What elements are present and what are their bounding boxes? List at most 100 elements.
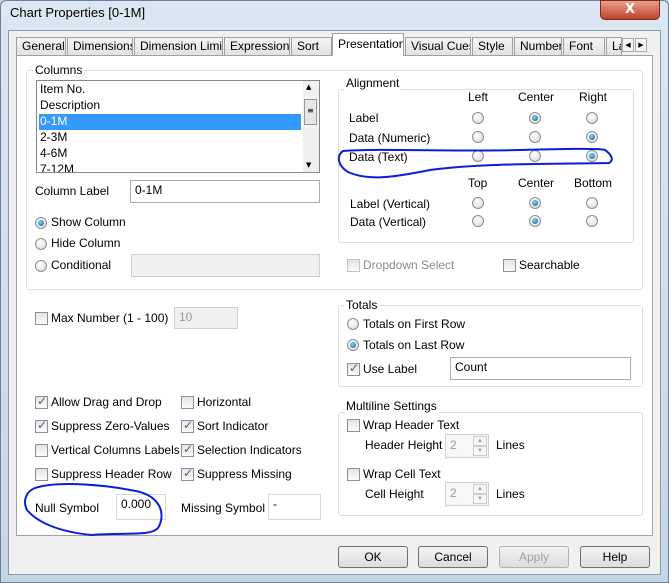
data-text-row: Data (Text) — [349, 150, 408, 164]
dropdown-select-checkbox[interactable] — [347, 259, 360, 272]
numeric-right-radio[interactable] — [586, 131, 598, 143]
sort-indicator-label: Sort Indicator — [197, 419, 269, 433]
allow-drag-drop-checkbox[interactable] — [35, 394, 48, 409]
list-item[interactable]: 7-12M — [39, 162, 301, 172]
help-button[interactable]: Help — [580, 546, 650, 568]
totals-first-row-label: Totals on First Row — [363, 317, 466, 331]
wrap-header-checkbox[interactable] — [347, 419, 360, 432]
spin-down-icon[interactable]: ▼ — [473, 494, 487, 504]
tab-sort[interactable]: Sort — [291, 37, 332, 56]
list-item-selected[interactable]: 0-1M — [39, 114, 301, 130]
searchable-label: Searchable — [519, 258, 580, 272]
columns-title: Columns — [33, 63, 85, 77]
list-scrollbar[interactable]: ▲ ≡ ▼ — [303, 81, 319, 172]
label-left-radio[interactable] — [472, 112, 484, 124]
dropdown-select-label: Dropdown Select — [363, 258, 455, 272]
vertical-column-labels-checkbox[interactable] — [35, 444, 48, 457]
text-left-radio[interactable] — [472, 150, 484, 162]
hide-column-label: Hide Column — [51, 236, 121, 250]
list-item[interactable]: 2-3M — [39, 130, 301, 146]
text-right-radio[interactable] — [586, 150, 598, 162]
show-column-radio[interactable] — [35, 217, 47, 229]
tab-scroll-left-icon[interactable]: ◀ — [622, 38, 634, 52]
close-button[interactable]: X — [600, 0, 660, 20]
suppress-missing-checkbox[interactable] — [181, 466, 194, 481]
data-vertical-center-radio[interactable] — [529, 215, 541, 227]
list-item[interactable]: 4-6M — [39, 146, 301, 162]
cancel-button[interactable]: Cancel — [418, 546, 488, 568]
tab-layout[interactable]: La — [606, 37, 622, 56]
conditional-radio[interactable] — [35, 260, 47, 272]
window-title: Chart Properties [0-1M] — [10, 5, 146, 20]
list-item[interactable]: Description — [39, 98, 301, 114]
selection-indicators-checkbox[interactable] — [181, 442, 194, 457]
label-right-radio[interactable] — [586, 112, 598, 124]
wrap-header-label: Wrap Header Text — [363, 418, 460, 432]
tab-presentation[interactable]: Presentation — [332, 33, 404, 56]
header-height-value: 2 — [450, 438, 457, 452]
tab-dimensions[interactable]: Dimensions — [67, 37, 133, 56]
wrap-cell-checkbox[interactable] — [347, 468, 360, 481]
apply-button[interactable]: Apply — [499, 546, 569, 568]
numeric-center-radio[interactable] — [529, 131, 541, 143]
column-label-label: Column Label — [35, 184, 110, 198]
suppress-header-row-label: Suppress Header Row — [51, 467, 172, 481]
label-vertical-top-radio[interactable] — [472, 197, 484, 209]
label-row: Label — [349, 111, 379, 125]
spin-up-icon[interactable]: ▲ — [473, 436, 487, 446]
tab-style[interactable]: Style — [472, 37, 513, 56]
scroll-thumb[interactable]: ≡ — [304, 99, 317, 125]
multiline-title: Multiline Settings — [344, 399, 439, 413]
horizontal-checkbox[interactable] — [181, 396, 194, 409]
tab-dimension-limits[interactable]: Dimension Limits — [134, 37, 223, 56]
max-number-label: Max Number (1 - 100) — [51, 311, 169, 325]
header-height-spinner[interactable]: 2 ▲ ▼ — [445, 434, 489, 458]
column-label-input[interactable]: 0-1M — [130, 180, 320, 203]
label-vertical-bottom-radio[interactable] — [586, 197, 598, 209]
max-number-checkbox[interactable] — [35, 312, 48, 325]
conditional-input[interactable] — [131, 254, 320, 277]
label-vertical-center-radio[interactable] — [529, 197, 541, 209]
hide-column-radio[interactable] — [35, 238, 47, 250]
suppress-zero-checkbox[interactable] — [35, 418, 48, 433]
tab-general[interactable]: General — [16, 37, 66, 56]
totals-last-row-label: Totals on Last Row — [363, 338, 465, 352]
missing-symbol-input[interactable]: - — [268, 494, 321, 520]
use-label-checkbox[interactable] — [347, 361, 360, 376]
totals-first-row-radio[interactable] — [347, 318, 359, 330]
totals-last-row-radio[interactable] — [347, 339, 359, 351]
tab-expressions[interactable]: Expressions — [224, 37, 290, 56]
spin-down-icon[interactable]: ▼ — [473, 446, 487, 456]
tab-number[interactable]: Number — [514, 37, 562, 56]
tab-visual-cues[interactable]: Visual Cues — [405, 37, 471, 56]
missing-symbol-label: Missing Symbol — [181, 501, 266, 515]
suppress-header-row-checkbox[interactable] — [35, 468, 48, 481]
null-symbol-input[interactable]: 0.000 — [116, 494, 166, 520]
list-item[interactable]: Item No. — [39, 82, 301, 98]
null-symbol-label: Null Symbol — [35, 501, 100, 515]
wrap-cell-label: Wrap Cell Text — [363, 467, 441, 481]
spin-up-icon[interactable]: ▲ — [473, 484, 487, 494]
data-vertical-bottom-radio[interactable] — [586, 215, 598, 227]
header-top: Top — [468, 176, 488, 190]
max-number-input[interactable]: 10 — [174, 307, 238, 329]
data-vertical-top-radio[interactable] — [472, 215, 484, 227]
cell-height-label: Cell Height — [365, 487, 424, 501]
label-center-radio[interactable] — [529, 112, 541, 124]
columns-listbox[interactable]: Item No. Description 0-1M 2-3M 4-6M 7-12… — [36, 80, 320, 173]
tab-font[interactable]: Font — [563, 37, 605, 56]
tab-scroll-right-icon[interactable]: ▶ — [635, 38, 647, 52]
data-numeric-row: Data (Numeric) — [349, 131, 431, 145]
totals-label-input[interactable]: Count — [450, 357, 631, 380]
header-right: Right — [579, 90, 608, 104]
searchable-checkbox[interactable] — [503, 259, 516, 272]
scroll-down-icon[interactable]: ▼ — [306, 161, 311, 169]
numeric-left-radio[interactable] — [472, 131, 484, 143]
cell-height-spinner[interactable]: 2 ▲ ▼ — [445, 482, 489, 506]
selection-indicators-label: Selection Indicators — [197, 443, 302, 457]
sort-indicator-checkbox[interactable] — [181, 418, 194, 433]
scroll-up-icon[interactable]: ▲ — [306, 83, 311, 91]
text-center-radio[interactable] — [529, 150, 541, 162]
ok-button[interactable]: OK — [338, 546, 408, 568]
data-vertical-row: Data (Vertical) — [350, 215, 427, 229]
